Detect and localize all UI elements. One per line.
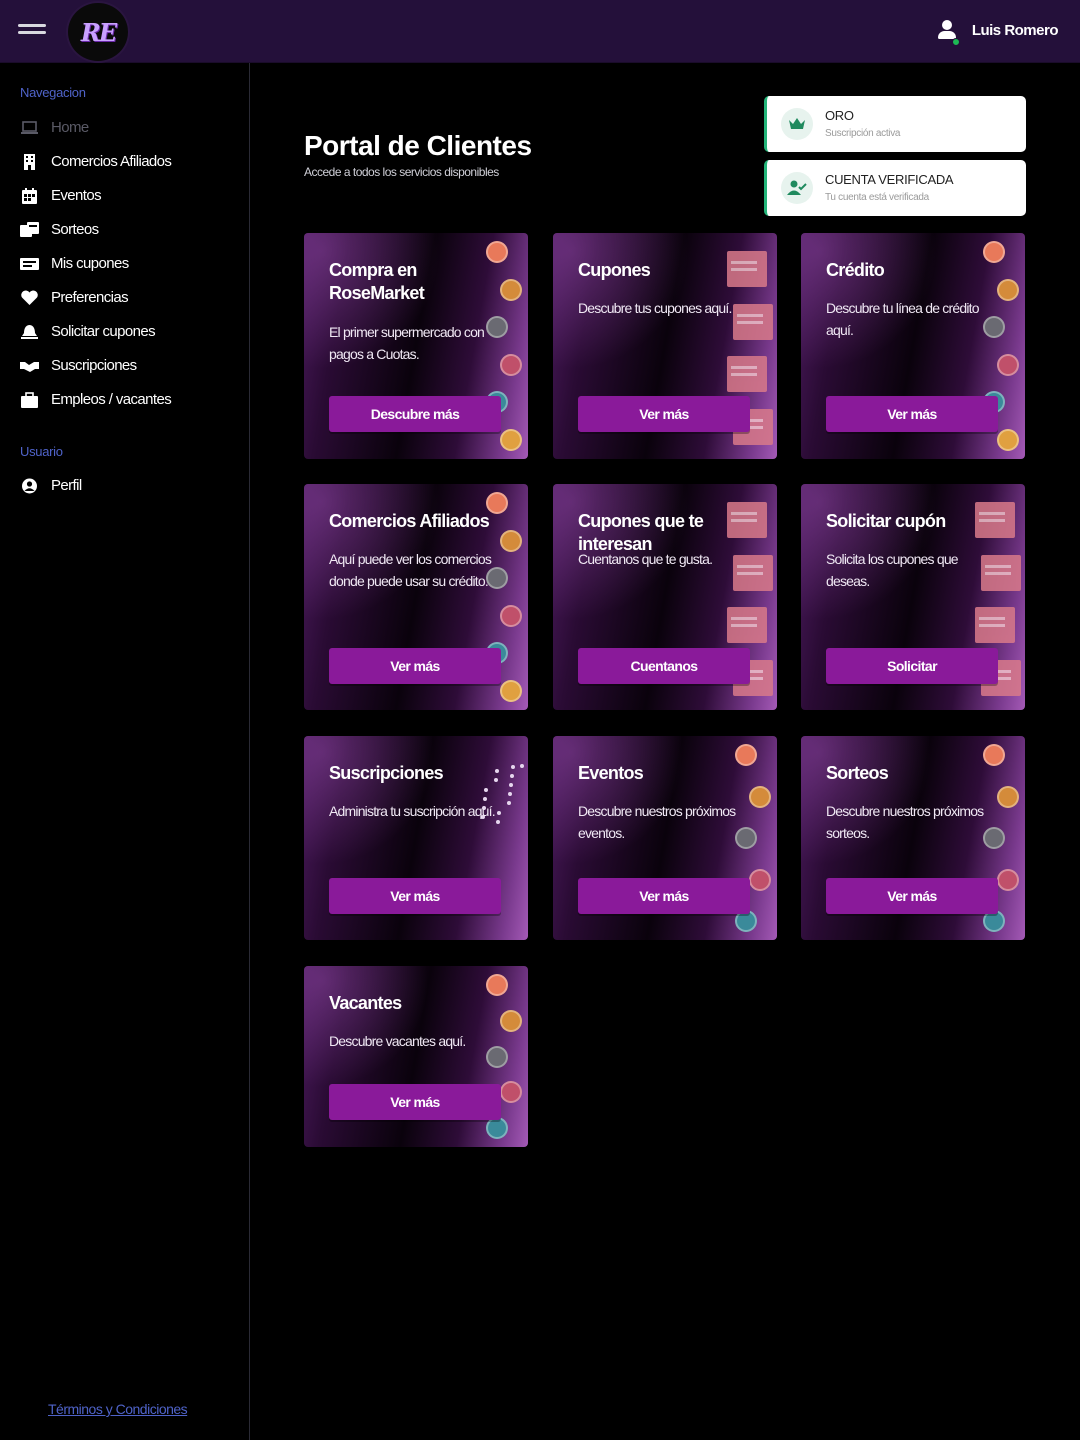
service-card: Eventos Descubre nuestros próximos evento… (553, 736, 777, 940)
user-circle-icon (20, 478, 39, 494)
card-description: Solicita los cupones que deseas. (826, 551, 959, 589)
card-action-button[interactable]: Descubre más (329, 396, 501, 432)
top-bar: RE Luis Romero (0, 0, 1080, 63)
verified-status-card: CUENTA VERIFICADA Tu cuenta está verific… (764, 160, 1026, 216)
card-action-button[interactable]: Ver más (329, 1084, 501, 1120)
sidebar-item-label: Comercios Afiliados (51, 153, 172, 170)
sidebar-item-label: Solicitar cupones (51, 323, 156, 340)
card-action-button[interactable]: Ver más (578, 396, 750, 432)
card-action-button[interactable]: Ver más (578, 878, 750, 914)
card-title: Eventos (578, 763, 644, 783)
card-title: Compra en RoseMarket (329, 260, 425, 303)
subscription-status-card: ORO Suscripción activa (764, 96, 1026, 152)
logo[interactable]: RE (66, 1, 130, 63)
card-action-button[interactable]: Solicitar (826, 648, 998, 684)
card-description: Cuentanos que te gusta. (578, 551, 713, 567)
service-card: Cupones que te interesan Cuentanos que te… (553, 484, 777, 710)
sidebar-item-label: Preferencias (51, 289, 129, 306)
card-title: Sorteos (826, 763, 889, 783)
logo-text: RE (80, 17, 117, 47)
card-description: Administra tu suscripción aquí. (329, 803, 496, 819)
terms-link[interactable]: Términos y Condiciones (48, 1401, 188, 1417)
verified-title: CUENTA VERIFICADA (825, 172, 954, 187)
service-card: Suscripciones Administra tu suscripción a… (304, 736, 528, 940)
coupon-icon (20, 256, 39, 272)
service-card: Sorteos Descubre nuestros próximos sorteo… (801, 736, 1025, 940)
page-subtitle: Accede a todos los servicios disponibles (304, 165, 499, 179)
nav-section-label: Navegacion (20, 85, 86, 100)
user-menu[interactable]: Luis Romero (936, 18, 1059, 46)
card-description: El primer supermercado con pagos a Cuota… (329, 324, 485, 362)
heart-icon (20, 289, 39, 306)
card-title: Solicitar cupón (826, 511, 946, 531)
sidebar-item-solicitar[interactable]: Solicitar cupones (20, 323, 156, 340)
service-card: Vacantes Descubre vacantes aquí. Ver más (304, 966, 528, 1147)
sidebar-item-comercios[interactable]: Comercios Afiliados (20, 153, 172, 170)
sidebar-item-label: Home (51, 119, 89, 136)
sidebar-item-home[interactable]: Home (20, 119, 89, 136)
sidebar-item-empleos[interactable]: Empleos / vacantes (20, 391, 172, 408)
tickets-icon (20, 221, 39, 238)
service-card: Crédito Descubre tu línea de crédito aquí… (801, 233, 1025, 459)
calendar-icon (20, 187, 39, 204)
card-title: Comercios Afiliados (329, 511, 490, 531)
service-card: Comercios Afiliados Aquí puede ver los co… (304, 484, 528, 710)
card-title: Cupones (578, 260, 651, 280)
briefcase-icon (20, 391, 39, 408)
sidebar-item-label: Perfil (51, 477, 82, 494)
card-title: Crédito (826, 260, 885, 280)
crown-icon (781, 108, 813, 140)
sidebar-item-label: Mis cupones (51, 255, 129, 272)
user-icon (936, 18, 960, 46)
card-action-button[interactable]: Ver más (826, 396, 998, 432)
card-description: Descubre tus cupones aquí. (578, 300, 732, 316)
sidebar-item-label: Sorteos (51, 221, 99, 238)
card-description: Descubre nuestros próximos eventos. (578, 803, 736, 841)
sidebar: Navegacion Home Comercios Afiliados Evento… (0, 63, 250, 1440)
card-title: Suscripciones (329, 763, 444, 783)
handshake-icon (20, 358, 39, 374)
sidebar-item-eventos[interactable]: Eventos (20, 187, 102, 204)
service-card: Solicitar cupón Solicita los cupones que … (801, 484, 1025, 710)
verified-subtitle: Tu cuenta está verificada (825, 192, 929, 203)
card-action-button[interactable]: Ver más (329, 648, 501, 684)
bell-icon (20, 324, 39, 340)
card-description: Descubre tu línea de crédito aquí. (826, 300, 980, 338)
sidebar-item-mis[interactable]: Mis cupones (20, 255, 129, 272)
subscription-level: ORO (825, 108, 854, 123)
card-action-button[interactable]: Ver más (826, 878, 998, 914)
card-description: Descubre vacantes aquí. (329, 1033, 466, 1049)
card-action-button[interactable]: Ver más (329, 878, 501, 914)
building-icon (20, 153, 39, 170)
sidebar-item-label: Eventos (51, 187, 102, 204)
laptop-icon (20, 120, 39, 136)
sidebar-item-label: Empleos / vacantes (51, 391, 172, 408)
user-name: Luis Romero (971, 21, 1059, 39)
card-action-button[interactable]: Cuentanos (578, 648, 750, 684)
sidebar-item-sorteos[interactable]: Sorteos (20, 221, 99, 238)
sidebar-item-label: Suscripciones (51, 357, 137, 374)
user-check-icon (781, 172, 813, 204)
service-card: Cupones Descubre tus cupones aquí. Ver más (553, 233, 777, 459)
sidebar-item-suscripciones[interactable]: Suscripciones (20, 357, 137, 374)
page-title: Portal de Clientes (304, 130, 532, 161)
subscription-status: Suscripción activa (825, 128, 901, 139)
card-description: Aquí puede ver los comercios donde puede… (329, 551, 492, 589)
card-description: Descubre nuestros próximos sorteos. (826, 803, 984, 841)
sidebar-item-preferencias[interactable]: Preferencias (20, 289, 129, 306)
menu-icon[interactable] (18, 24, 46, 40)
card-title: Vacantes (329, 993, 402, 1013)
service-card: Compra en RoseMarket El primer supermerca… (304, 233, 528, 459)
sidebar-item-perfil[interactable]: Perfil (20, 477, 82, 494)
user-section-label: Usuario (20, 444, 63, 459)
